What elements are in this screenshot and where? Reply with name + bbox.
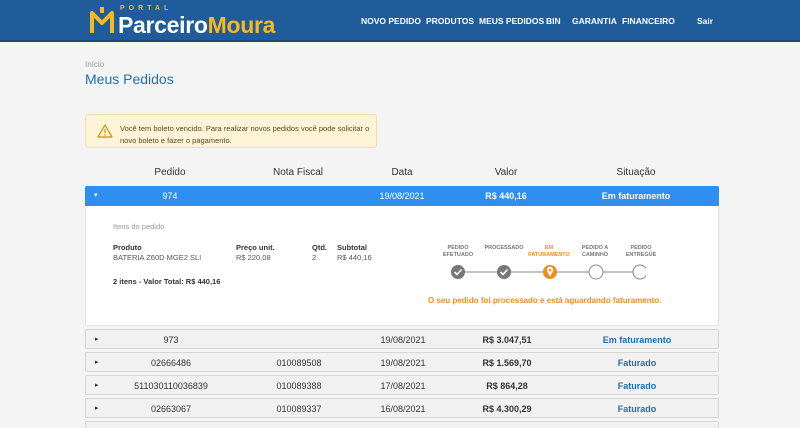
breadcrumb[interactable]: Início: [85, 60, 104, 69]
nav-bin[interactable]: BIN: [546, 0, 561, 42]
step-pending-icon: [632, 264, 646, 280]
cell-valor: R$ 4.300,29: [482, 404, 532, 414]
detail-header-subtotal: Subtotal: [337, 243, 367, 252]
cell-valor: R$ 1.569,70: [482, 358, 532, 368]
alert-text: Você tem boleto vencido. Para realizar n…: [120, 124, 370, 145]
nav-produtos[interactable]: PRODUTOS: [426, 0, 474, 42]
cell-valor: R$ 440,16: [485, 191, 527, 201]
order-row-expanded[interactable]: ▾ 974 19/08/2021 R$ 440,16 Em faturament…: [85, 186, 719, 206]
cell-situacao: Faturado: [617, 358, 657, 368]
detail-header-qtd: Qtd.: [312, 243, 327, 252]
step-label-em-faturamento: EM FATURAMENTO: [528, 245, 570, 258]
moura-logo-icon: [90, 7, 114, 33]
overdue-boleto-alert: Você tem boleto vencido. Para realizar n…: [85, 114, 377, 148]
item-preco: R$ 220,08: [236, 253, 271, 262]
step-done-icon: [451, 265, 465, 279]
column-header-data: Data: [391, 167, 413, 178]
column-header-valor: Valor: [494, 167, 518, 178]
cell-situacao: Em faturamento: [601, 191, 671, 201]
column-header-situacao: Situação: [616, 167, 656, 178]
detail-header-preco: Preço unit.: [236, 243, 275, 252]
warning-triangle-icon: [97, 124, 113, 138]
detail-header-produto: Produto: [113, 243, 142, 252]
item-produto: BATERIA Z60D MGE2 SLI: [113, 253, 202, 262]
map-pin-icon: [543, 265, 557, 279]
logo-portal-text: PORTAL: [120, 5, 173, 12]
nav-garantia[interactable]: GARANTIA: [572, 0, 617, 42]
logout-link[interactable]: Sair: [697, 0, 713, 42]
cell-situacao: Em faturamento: [602, 335, 672, 345]
nav-meus-pedidos[interactable]: MEUS PEDIDOS: [479, 0, 544, 42]
cell-pedido: 974: [162, 191, 178, 201]
step-done-icon: [497, 265, 511, 279]
status-message: O seu pedido foi processado e está aguar…: [428, 296, 662, 305]
cell-situacao: Faturado: [617, 381, 657, 391]
order-row[interactable]: ▸ 02663067 010089337 16/08/2021 R$ 4.300…: [85, 398, 719, 418]
cell-data: 19/08/2021: [380, 335, 426, 345]
cell-data: 19/08/2021: [379, 191, 425, 201]
detail-title: Itens do pedido: [113, 222, 165, 231]
cell-data: 17/08/2021: [380, 381, 426, 391]
order-row[interactable]: ▸ 973 19/08/2021 R$ 3.047,51 Em faturame…: [85, 329, 719, 349]
cell-valor: R$ 3.047,51: [482, 335, 532, 345]
order-detail-panel: Itens do pedido Produto Preço unit. Qtd.…: [85, 206, 719, 326]
nav-novo-pedido[interactable]: NOVO PEDIDO: [361, 0, 421, 42]
cell-valor: R$ 864,28: [486, 381, 528, 391]
step-label-pedido-efetuado: PEDIDO EFETUADO: [442, 245, 474, 258]
order-row[interactable]: ▸ 02666486 010089508 19/08/2021 R$ 1.569…: [85, 352, 719, 372]
order-progress-tracker: [451, 264, 646, 280]
step-label-pedido-entregue: PEDIDO ENTREGUE: [625, 245, 657, 258]
top-navbar: PORTAL ParceiroMoura NOVO PEDIDO PRODUTO…: [0, 0, 800, 42]
item-subtotal: R$ 440,16: [337, 253, 372, 262]
cell-situacao: Faturado: [617, 404, 657, 414]
order-row[interactable]: ▸ 511030110036839 010089388 17/08/2021 R…: [85, 375, 719, 395]
page-title: Meus Pedidos: [85, 71, 174, 87]
cell-data: 19/08/2021: [380, 358, 426, 368]
cell-pedido: 973: [163, 335, 179, 345]
logo-text: ParceiroMoura: [118, 12, 276, 38]
order-total: 2 itens - Valor Total: R$ 440,16: [113, 277, 221, 286]
step-label-pedido-a-caminho: PEDIDO A CAMINHO: [581, 245, 609, 258]
order-row-partial[interactable]: [85, 421, 719, 428]
item-qtd: 2: [312, 253, 317, 262]
cell-data: 16/08/2021: [380, 404, 426, 414]
step-pending-icon: [588, 264, 604, 280]
step-label-processado: PROCESSADO: [484, 245, 524, 251]
nav-financeiro[interactable]: FINANCEIRO: [622, 0, 675, 42]
